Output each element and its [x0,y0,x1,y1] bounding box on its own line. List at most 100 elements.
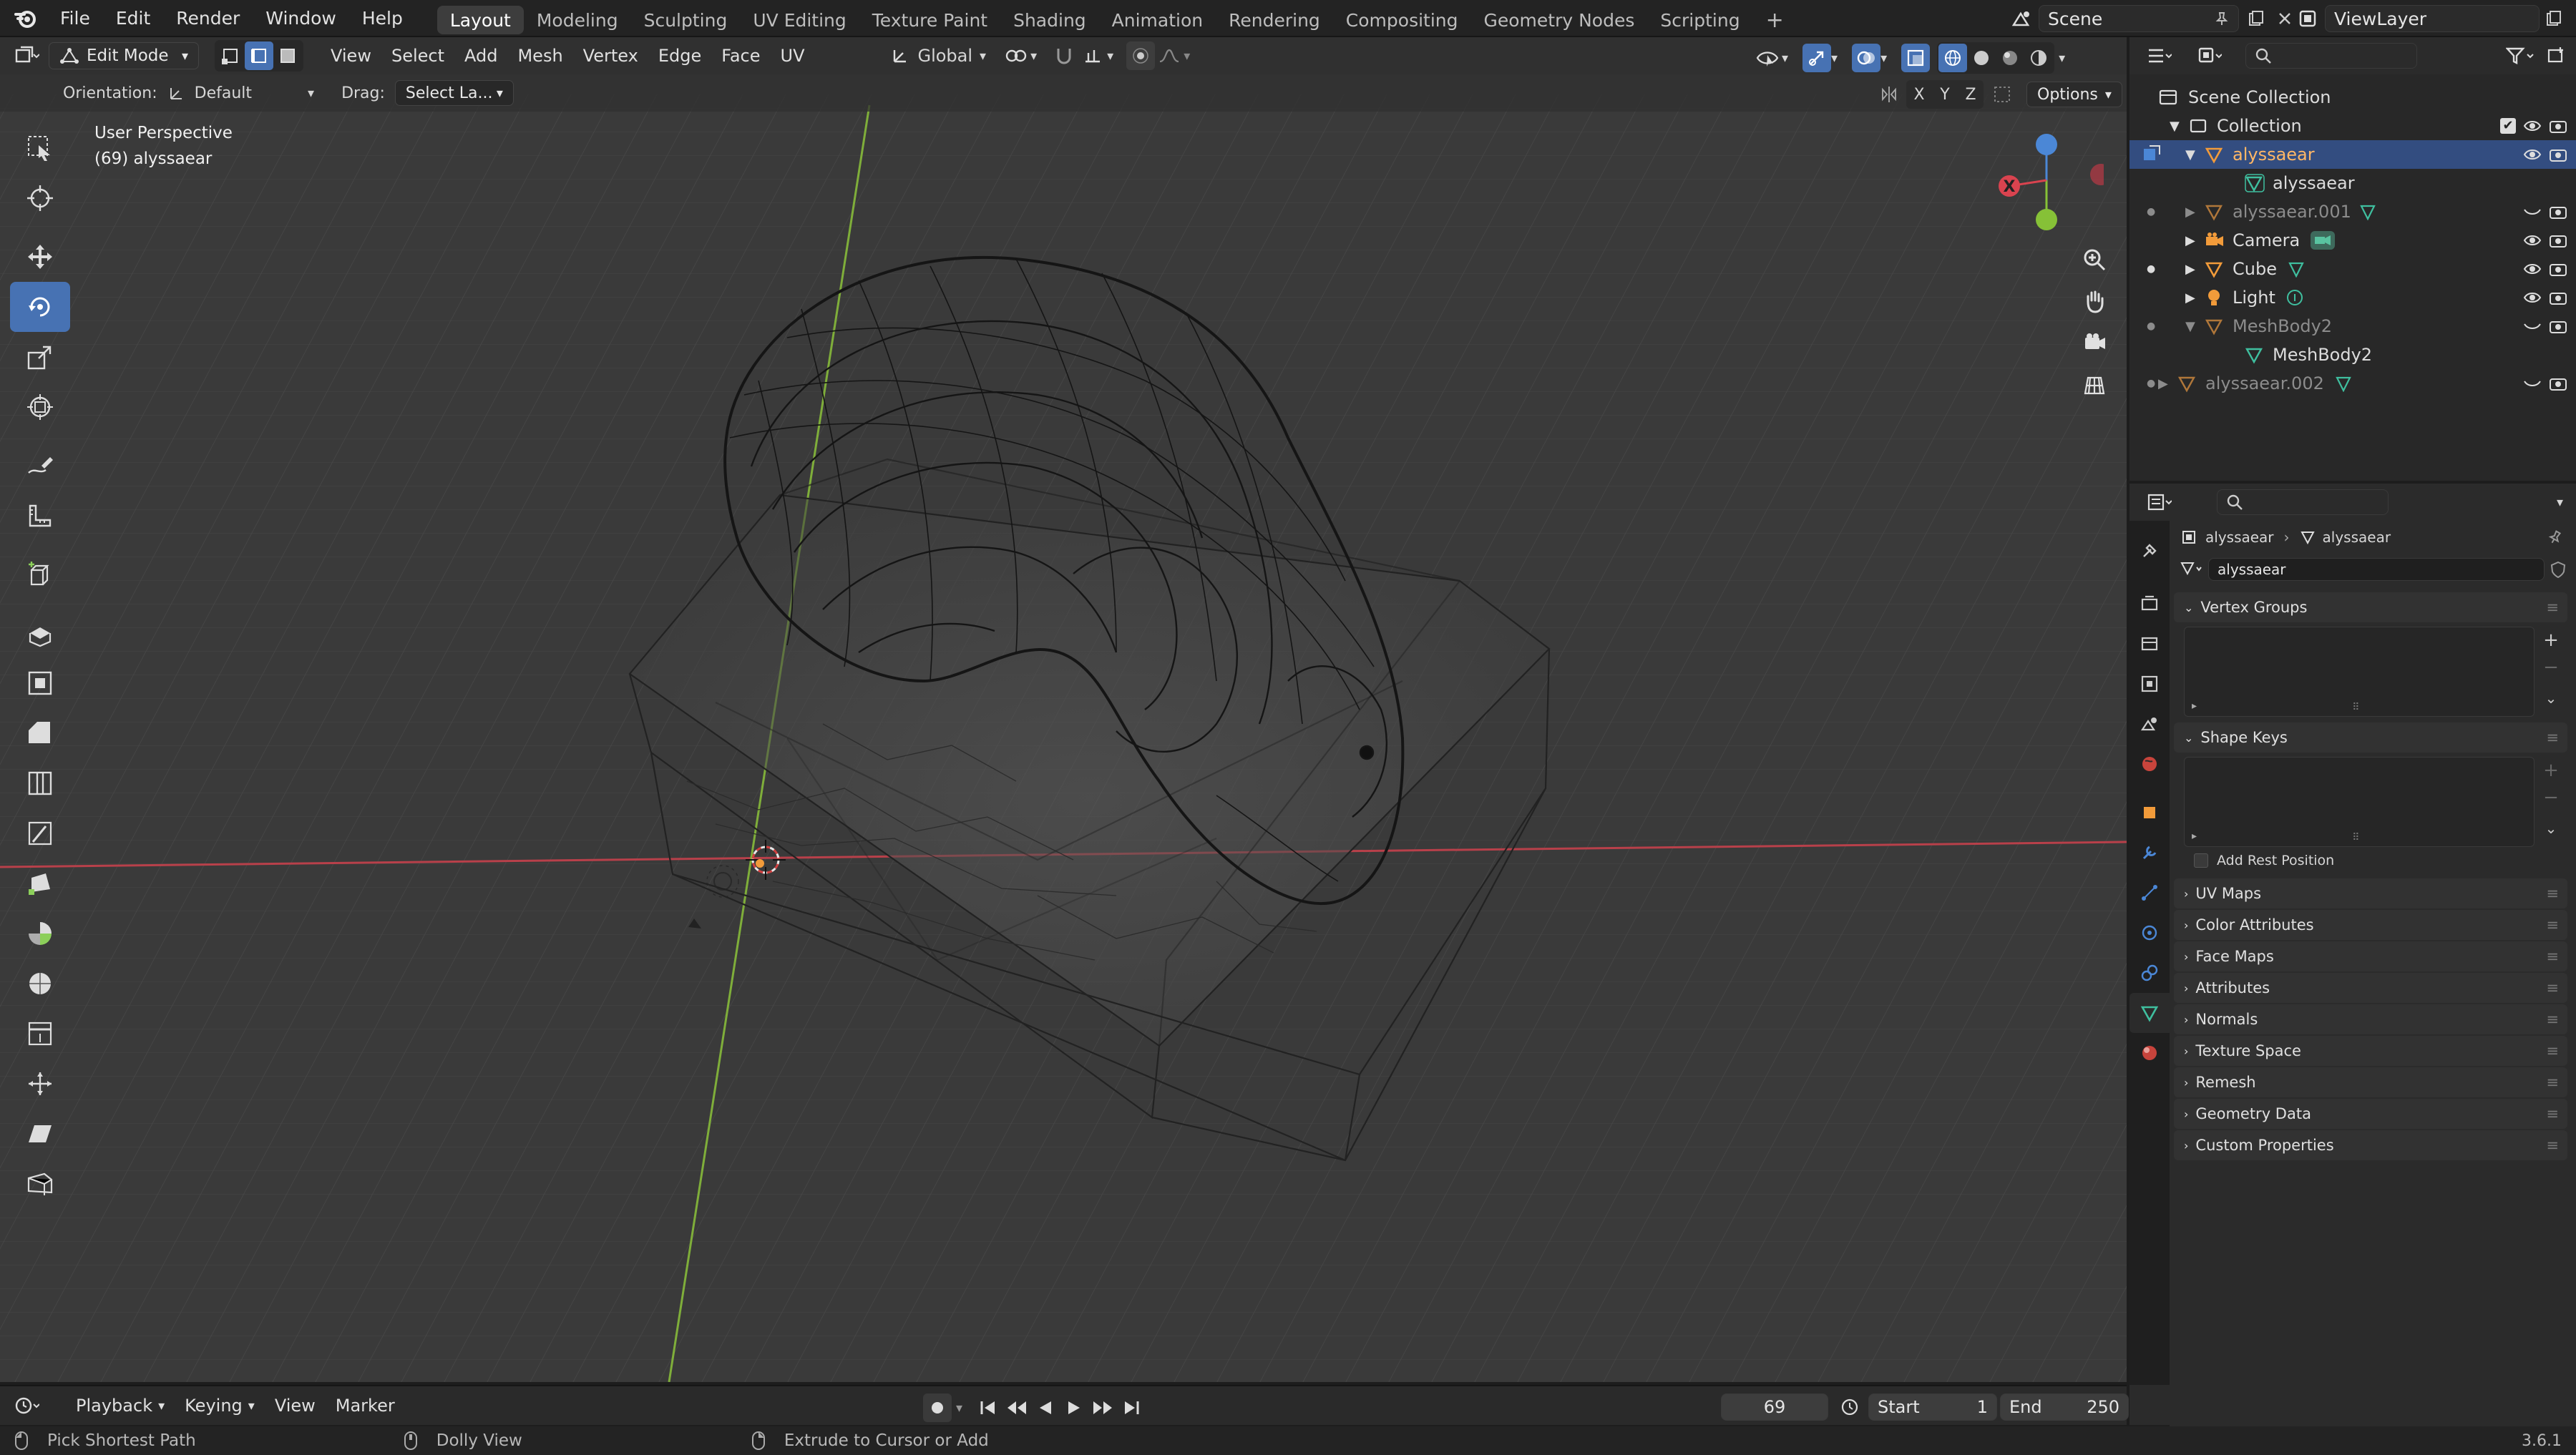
ortho-toggle-icon[interactable] [2079,363,2110,405]
selectability-icon[interactable] [1753,44,1782,72]
drag-handle-icon[interactable]: ≡ [2546,1074,2559,1091]
measure-tool[interactable] [10,491,70,541]
mirror-x-toggle[interactable]: X [1906,80,1932,109]
expand-arrow-icon[interactable]: ▶ [2185,205,2204,220]
chevron-down-icon[interactable]: ▾ [1107,49,1113,64]
vertex-group-menu-icon[interactable]: ⌄ [2545,690,2557,707]
add-rest-position-row[interactable]: Add Rest Position [2194,853,2576,868]
expand-arrow-icon[interactable]: ▶ [2185,233,2204,248]
record-keyframes-icon[interactable] [923,1393,952,1422]
filter-icon[interactable] [2506,41,2534,70]
edge-slide-tool[interactable] [10,1009,70,1059]
datablock-name-input[interactable]: alyssaear [2208,558,2545,581]
expand-arrow-icon[interactable]: ▼ [2185,319,2204,334]
view-layer-field[interactable]: ViewLayer [2325,5,2540,32]
menu-playback[interactable]: Playback ▾ [66,1392,175,1419]
chevron-down-icon[interactable]: ▾ [1880,51,1887,66]
falloff-icon[interactable] [1155,41,1184,70]
menu-help[interactable]: Help [349,0,416,36]
normals-panel-header[interactable]: › Normals ≡ [2174,1004,2567,1034]
exclude-checkbox[interactable]: ✔ [2500,118,2516,134]
menu-edge[interactable]: Edge [648,42,711,69]
move-tool[interactable] [10,232,70,282]
cursor-tool[interactable] [10,173,70,223]
outliner-item-cube[interactable]: ● ▶ Cube [2129,255,2576,283]
pin-icon[interactable] [2207,4,2236,33]
outliner-search-input[interactable] [2245,43,2417,69]
menu-render[interactable]: Render [163,0,253,36]
face-select-icon[interactable] [273,41,302,70]
loop-cut-tool[interactable] [10,758,70,808]
new-view-layer-icon[interactable] [2540,4,2568,33]
eye-closed-icon[interactable] [2523,204,2542,220]
eye-icon[interactable] [2523,147,2542,162]
menu-edit[interactable]: Edit [103,0,163,36]
expand-arrow-icon[interactable]: ▶ [2158,376,2177,391]
menu-select[interactable]: Select [381,42,454,69]
eye-icon[interactable] [2523,261,2542,277]
tab-shading[interactable]: Shading [1000,6,1099,34]
snap-icon[interactable] [1050,41,1078,70]
list-expand-icon[interactable]: ▸ [2192,700,2197,712]
chevron-down-icon[interactable]: ▾ [980,49,986,64]
world-tab-icon[interactable] [2129,744,2170,784]
orientation-dropdown[interactable]: Default ▾ [167,84,314,102]
render-camera-icon[interactable] [2549,147,2567,162]
start-frame-field[interactable]: Start 1 [1868,1393,1997,1421]
drag-handle-icon[interactable]: ≡ [2546,599,2559,616]
editor-type-icon[interactable] [2145,488,2174,516]
transform-orientation-icon[interactable] [886,41,914,70]
outliner-item-alyssaear-001[interactable]: ● ▶ alyssaear.001 [2129,197,2576,226]
transform-tool[interactable] [10,382,70,432]
shape-keys-panel-header[interactable]: ⌄ Shape Keys ≡ [2174,722,2567,753]
rip-region-tool[interactable] [10,1159,70,1209]
eye-closed-icon[interactable] [2523,376,2542,391]
attributes-panel-header[interactable]: › Attributes ≡ [2174,973,2567,1003]
tab-layout[interactable]: Layout [436,6,524,34]
remove-vertex-group-icon[interactable]: − [2543,657,2559,678]
tab-texture-paint[interactable]: Texture Paint [859,6,1000,34]
eye-closed-icon[interactable] [2523,318,2542,334]
drag-handle-icon[interactable]: ≡ [2546,1011,2559,1028]
remesh-panel-header[interactable]: › Remesh ≡ [2174,1067,2567,1097]
camera-view-icon[interactable] [2079,322,2110,363]
add-shape-key-icon[interactable]: + [2543,760,2559,781]
view-layer-icon[interactable] [2293,4,2322,33]
add-workspace-button[interactable]: + [1753,6,1797,34]
select-box-tool[interactable] [10,123,70,173]
extrude-region-tool[interactable] [10,608,70,658]
shape-key-menu-icon[interactable]: ⌄ [2545,820,2557,837]
edge-select-icon[interactable] [245,41,273,70]
list-resize-handle-icon[interactable]: ⠿ [2352,832,2359,843]
outliner-item-alyssaear[interactable]: ▼ alyssaear [2129,140,2576,169]
zoom-icon[interactable] [2079,239,2110,280]
chevron-down-icon[interactable]: ▾ [1831,51,1838,66]
new-collection-icon[interactable] [2542,41,2570,70]
geometry-data-panel-header[interactable]: › Geometry Data ≡ [2174,1099,2567,1129]
vertex-groups-panel-header[interactable]: ⌄ Vertex Groups ≡ [2174,592,2567,622]
expand-arrow-icon[interactable]: ▼ [2170,119,2188,134]
knife-tool[interactable] [10,808,70,858]
editor-type-icon[interactable] [13,41,42,70]
view-layer-tab-icon[interactable] [2129,664,2170,704]
end-frame-field[interactable]: End 250 [2000,1393,2129,1421]
outliner-item-collection[interactable]: ▼ Collection ✔ [2129,112,2576,140]
jump-keyframe-back-icon[interactable] [1002,1393,1031,1422]
uv-maps-panel-header[interactable]: › UV Maps ≡ [2174,878,2567,908]
physics-tab-icon[interactable] [2129,913,2170,953]
jump-end-icon[interactable] [1117,1393,1146,1422]
chevron-down-icon[interactable]: ▾ [1782,51,1788,66]
current-frame-field[interactable]: 69 [1721,1393,1828,1421]
drag-handle-icon[interactable]: ≡ [2546,1137,2559,1154]
options-dropdown[interactable]: Options ▾ [2026,82,2122,107]
mirror-y-toggle[interactable]: Y [1932,80,1958,109]
chevron-down-icon[interactable]: ▾ [1184,49,1190,64]
xray-toggle-icon[interactable] [1901,44,1931,72]
clock-icon[interactable] [1835,1393,1864,1421]
face-maps-panel-header[interactable]: › Face Maps ≡ [2174,941,2567,971]
gizmo-toggle-icon[interactable] [1802,44,1832,72]
overlays-toggle-icon[interactable] [1852,44,1881,72]
outliner-item-meshbody2-mesh[interactable]: MeshBody2 [2129,341,2576,369]
tab-animation[interactable]: Animation [1099,6,1216,34]
properties-search-input[interactable] [2217,489,2389,515]
